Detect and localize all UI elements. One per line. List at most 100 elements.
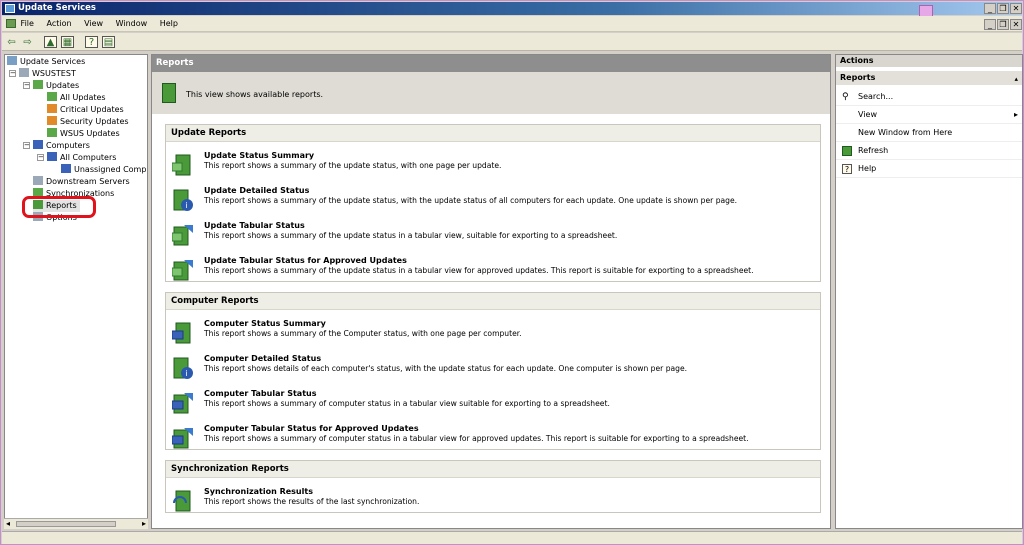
report-description: This report shows a summary of computer … xyxy=(204,399,610,408)
svg-text:i: i xyxy=(186,369,188,378)
tree-horizontal-scrollbar[interactable]: ◂ ▸ xyxy=(4,518,148,529)
synchronization-report-icon xyxy=(172,489,194,513)
all-updates-icon xyxy=(47,92,57,101)
report-description: This report shows a summary of the updat… xyxy=(204,161,502,170)
reports-pane: Reports This view shows available report… xyxy=(151,54,831,529)
section-title: Update Reports xyxy=(166,125,820,142)
report-description: This report shows a summary of the updat… xyxy=(204,231,618,240)
update-report-icon xyxy=(171,153,194,177)
expand-all-computers[interactable]: − xyxy=(37,154,44,161)
report-title[interactable]: Update Detailed Status xyxy=(204,186,309,195)
reports-book-icon xyxy=(162,83,176,103)
report-title[interactable]: Update Tabular Status xyxy=(204,221,305,230)
menu-bar: File Action View Window Help xyxy=(2,16,1022,32)
actions-header: Actions xyxy=(836,55,1022,67)
update-detail-report-icon: i xyxy=(172,188,194,212)
report-title[interactable]: Computer Tabular Status xyxy=(204,389,317,398)
tree-downstream-servers[interactable]: Downstream Servers xyxy=(33,176,130,188)
menu-help[interactable]: Help xyxy=(160,16,178,32)
report-title[interactable]: Update Tabular Status for Approved Updat… xyxy=(204,256,407,265)
action-refresh[interactable]: Refresh xyxy=(836,142,1022,160)
doc-close-button[interactable]: ✕ xyxy=(1010,19,1022,30)
navigation-tree: Update Services − WSUSTEST − Updates All… xyxy=(4,54,148,529)
forward-arrow-icon[interactable]: ⇨ xyxy=(21,36,34,48)
tree-wsus-updates[interactable]: WSUS Updates xyxy=(47,128,120,140)
tree-all-computers[interactable]: All Computers xyxy=(47,152,116,164)
close-button[interactable]: ✕ xyxy=(1010,3,1022,14)
scroll-left-icon[interactable]: ◂ xyxy=(6,519,10,528)
expand-server[interactable]: − xyxy=(9,70,16,77)
report-title[interactable]: Update Status Summary xyxy=(204,151,314,160)
window-title: Update Services xyxy=(18,3,96,13)
computer-detail-report-icon: i xyxy=(172,356,194,380)
update-approved-report-icon xyxy=(171,258,194,282)
downstream-servers-icon xyxy=(33,176,43,185)
reports-pane-header: Reports xyxy=(152,55,830,72)
title-bar: Update Services xyxy=(2,2,1022,15)
actions-pane: Actions Reports ▴ ⚲ Search... View ▸ New… xyxy=(835,54,1023,529)
restore-button[interactable]: ❐ xyxy=(997,3,1009,14)
toolbar: ⇦ ⇨ ▲ ▦ ? ▤ xyxy=(2,33,1022,51)
server-tree-icon xyxy=(7,56,17,65)
report-title[interactable]: Computer Tabular Status for Approved Upd… xyxy=(204,424,419,433)
expand-updates[interactable]: − xyxy=(23,82,30,89)
minimize-button[interactable]: _ xyxy=(984,3,996,14)
report-description: This report shows a summary of the Compu… xyxy=(204,329,522,338)
help-book-icon: ? xyxy=(842,164,852,174)
tree-security-updates[interactable]: Security Updates xyxy=(47,116,129,128)
show-tree-icon[interactable]: ▦ xyxy=(61,36,74,48)
update-tabular-report-icon xyxy=(171,223,194,247)
back-arrow-icon[interactable]: ⇦ xyxy=(5,36,18,48)
refresh-icon xyxy=(842,146,852,156)
report-description: This report shows details of each comput… xyxy=(204,364,688,373)
menu-action[interactable]: Action xyxy=(46,16,71,32)
scroll-thumb[interactable] xyxy=(16,521,116,527)
doc-restore-button[interactable]: ❐ xyxy=(997,19,1009,30)
tree-updates[interactable]: Updates xyxy=(33,80,79,92)
action-view[interactable]: View ▸ xyxy=(836,106,1022,124)
computer-tabular-report-icon xyxy=(171,391,194,415)
action-new-window[interactable]: New Window from Here xyxy=(836,124,1022,142)
help-icon[interactable]: ? xyxy=(85,36,98,48)
tree-root[interactable]: Update Services xyxy=(7,56,85,68)
report-description: This report shows the results of the las… xyxy=(204,497,420,506)
update-services-icon xyxy=(5,4,15,13)
server-icon xyxy=(19,68,29,77)
all-computers-icon xyxy=(47,152,57,161)
expand-computers[interactable]: − xyxy=(23,142,30,149)
updates-icon xyxy=(33,80,43,89)
report-title[interactable]: Synchronization Results xyxy=(204,487,313,496)
synchronization-reports-section: Synchronization Reports Synchronization … xyxy=(165,460,821,513)
menu-file[interactable]: File xyxy=(21,16,34,32)
computer-approved-report-icon xyxy=(171,426,194,450)
tree-server[interactable]: WSUSTEST xyxy=(19,68,76,80)
tree-unassigned-computers[interactable]: Unassigned Computers xyxy=(61,164,147,176)
action-help[interactable]: ? Help xyxy=(836,160,1022,178)
up-folder-icon[interactable]: ▲ xyxy=(44,36,57,48)
wsus-updates-icon xyxy=(47,128,57,137)
security-updates-icon xyxy=(47,116,57,125)
menu-window[interactable]: Window xyxy=(116,16,148,32)
console-icon xyxy=(6,19,16,28)
computers-icon xyxy=(33,140,43,149)
app-window: Update Services _ ❐ ✕ File Action View W… xyxy=(0,0,1024,545)
report-description: This report shows a summary of computer … xyxy=(204,434,749,443)
section-title: Computer Reports xyxy=(166,293,820,310)
doc-minimize-button[interactable]: _ xyxy=(984,19,996,30)
action-search[interactable]: ⚲ Search... xyxy=(836,88,1022,106)
info-text: This view shows available reports. xyxy=(186,90,324,99)
report-title[interactable]: Computer Detailed Status xyxy=(204,354,321,363)
report-title[interactable]: Computer Status Summary xyxy=(204,319,326,328)
collapse-arrow-icon[interactable]: ▴ xyxy=(1014,75,1018,83)
scroll-right-icon[interactable]: ▸ xyxy=(142,519,146,528)
actions-section-header[interactable]: Reports xyxy=(836,71,1022,85)
tree-all-updates[interactable]: All Updates xyxy=(47,92,106,104)
tree-computers[interactable]: Computers xyxy=(33,140,90,152)
critical-updates-icon xyxy=(47,104,57,113)
tree-critical-updates[interactable]: Critical Updates xyxy=(47,104,124,116)
properties-icon[interactable]: ▤ xyxy=(102,36,115,48)
computer-report-icon xyxy=(171,321,194,345)
computer-reports-section: Computer Reports Computer Status Summary… xyxy=(165,292,821,450)
menu-view[interactable]: View xyxy=(84,16,103,32)
unassigned-computers-icon xyxy=(61,164,71,173)
